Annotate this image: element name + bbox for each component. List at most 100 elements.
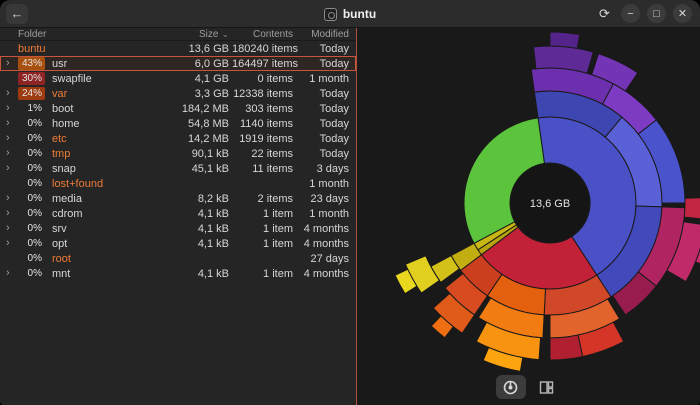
modified-cell: 27 days xyxy=(310,252,349,265)
maximize-button[interactable]: □ xyxy=(647,4,666,23)
close-button[interactable]: ✕ xyxy=(673,4,692,23)
folder-name: cdrom xyxy=(52,207,83,220)
percent-badge: 24% xyxy=(18,87,45,100)
folder-cell: 0% mnt xyxy=(18,267,166,280)
contents-cell: 22 items xyxy=(251,147,293,160)
minimize-icon: − xyxy=(627,7,634,20)
chevron-right-icon[interactable]: › xyxy=(6,103,18,114)
size-cell: 90,1 kB xyxy=(191,147,229,160)
headerbar: ← buntu ⟳ − □ ✕ xyxy=(0,0,700,28)
minimize-button[interactable]: − xyxy=(621,4,640,23)
table-row[interactable]: 30% swapfile 4,1 GB 0 items 1 month xyxy=(0,71,356,86)
folder-name: root xyxy=(52,252,71,265)
chevron-right-icon[interactable]: › xyxy=(6,88,18,99)
table-header: Folder Size ⌄ Contents Modified xyxy=(0,28,356,41)
folder-name: opt xyxy=(52,237,68,250)
size-cell: 54,8 MB xyxy=(188,117,229,130)
size-cell: 13,6 GB xyxy=(188,42,229,55)
chevron-right-icon[interactable]: › xyxy=(6,268,18,279)
chart-segment[interactable] xyxy=(549,334,584,361)
modified-cell: 3 days xyxy=(316,162,349,175)
table-row[interactable]: › 0% tmp 90,1 kB 22 items Today xyxy=(0,146,356,161)
folder-name: boot xyxy=(52,102,74,115)
chevron-right-icon[interactable]: › xyxy=(6,58,18,69)
chevron-right-icon[interactable]: › xyxy=(6,208,18,219)
column-header-size[interactable]: Size ⌄ xyxy=(166,29,232,40)
sort-chevron-icon: ⌄ xyxy=(221,28,229,39)
folder-name: mnt xyxy=(52,267,71,280)
table-row[interactable]: › 1% boot 184,2 MB 303 items Today xyxy=(0,101,356,116)
table-row[interactable]: › 0% cdrom 4,1 kB 1 item 1 month xyxy=(0,206,356,221)
size-cell: 4,1 GB xyxy=(194,72,229,85)
folder-name: usr xyxy=(52,57,68,70)
table-row[interactable]: › 0% srv 4,1 kB 1 item 4 months xyxy=(0,221,356,236)
table-row[interactable]: › 0% home 54,8 MB 1140 items Today xyxy=(0,116,356,131)
modified-cell: 4 months xyxy=(303,237,349,250)
table-row[interactable]: › 0% mnt 4,1 kB 1 item 4 months xyxy=(0,266,356,281)
chevron-right-icon[interactable]: › xyxy=(6,133,18,144)
column-header-contents[interactable]: Contents xyxy=(232,29,296,40)
refresh-button[interactable]: ⟳ xyxy=(595,4,614,23)
window-title: buntu xyxy=(342,7,377,21)
table-row[interactable]: › 43% usr 6,0 GB 164497 items Today xyxy=(0,56,356,71)
table-row[interactable]: › 0% opt 4,1 kB 1 item 4 months xyxy=(0,236,356,251)
modified-cell: Today xyxy=(319,87,349,100)
contents-cell: 1 item xyxy=(263,237,293,250)
folder-name: home xyxy=(52,117,80,130)
chevron-right-icon[interactable]: › xyxy=(6,118,18,129)
chevron-right-icon[interactable]: › xyxy=(6,193,18,204)
folder-name: var xyxy=(52,87,68,100)
column-header-modified[interactable]: Modified xyxy=(296,29,352,40)
chevron-right-icon[interactable]: › xyxy=(6,238,18,249)
modified-cell: 1 month xyxy=(309,72,349,85)
contents-cell: 2 items xyxy=(257,192,293,205)
table-row[interactable]: › 0% snap 45,1 kB 11 items 3 days xyxy=(0,161,356,176)
chevron-right-icon[interactable]: › xyxy=(6,148,18,159)
folder-name: tmp xyxy=(52,147,71,160)
sunburst-chart[interactable]: 13,6 GB xyxy=(375,28,700,378)
contents-cell: 0 items xyxy=(257,72,293,85)
table-row[interactable]: › 0% etc 14,2 MB 1919 items Today xyxy=(0,131,356,146)
chart-segment[interactable] xyxy=(549,31,581,49)
back-button[interactable]: ← xyxy=(6,3,28,24)
column-header-folder[interactable]: Folder xyxy=(18,29,166,40)
view-toolbar xyxy=(357,375,700,399)
percent-badge: 0% xyxy=(27,208,42,219)
disk-usage-analyzer-window: ← buntu ⟳ − □ ✕ Folder Size ⌄ Contents M… xyxy=(0,0,700,405)
chevron-right-icon[interactable]: › xyxy=(6,163,18,174)
folder-name: srv xyxy=(52,222,67,235)
folder-cell: 0% snap xyxy=(18,162,166,175)
table-row[interactable]: 0% lost+found 1 month xyxy=(0,176,356,191)
modified-cell: Today xyxy=(319,147,349,160)
back-icon: ← xyxy=(10,6,24,21)
percent-badge: 0% xyxy=(27,133,42,144)
folder-cell: 0% tmp xyxy=(18,147,166,160)
modified-cell: Today xyxy=(319,57,349,70)
rings-chart-button[interactable] xyxy=(495,375,526,399)
folder-cell: 24% var xyxy=(18,87,166,100)
table-row[interactable]: buntu 13,6 GB 180240 items Today xyxy=(0,41,356,56)
percent-badge: 0% xyxy=(27,238,42,249)
contents-cell: 11 items xyxy=(252,162,293,175)
size-cell: 4,1 kB xyxy=(197,267,229,280)
size-cell: 3,3 GB xyxy=(194,87,229,100)
table-row[interactable]: › 24% var 3,3 GB 12338 items Today xyxy=(0,86,356,101)
folder-name: swapfile xyxy=(52,72,92,85)
folder-cell: 0% home xyxy=(18,117,166,130)
size-cell: 4,1 kB xyxy=(197,207,229,220)
chevron-right-icon[interactable]: › xyxy=(6,223,18,234)
percent-badge: 0% xyxy=(27,163,42,174)
app-icon xyxy=(323,7,337,21)
percent-badge: 30% xyxy=(18,72,45,85)
treemap-chart-button[interactable] xyxy=(532,375,562,399)
size-cell: 14,2 MB xyxy=(188,132,229,145)
percent-badge: 0% xyxy=(27,253,42,264)
contents-cell: 12338 items xyxy=(233,87,293,100)
size-cell: 6,0 GB xyxy=(194,57,229,70)
folder-name: snap xyxy=(52,162,76,175)
table-row[interactable]: 0% root 27 days xyxy=(0,251,356,266)
table-row[interactable]: › 0% media 8,2 kB 2 items 23 days xyxy=(0,191,356,206)
modified-cell: 4 months xyxy=(303,267,349,280)
chart-segment[interactable] xyxy=(683,197,700,220)
modified-cell: Today xyxy=(319,102,349,115)
